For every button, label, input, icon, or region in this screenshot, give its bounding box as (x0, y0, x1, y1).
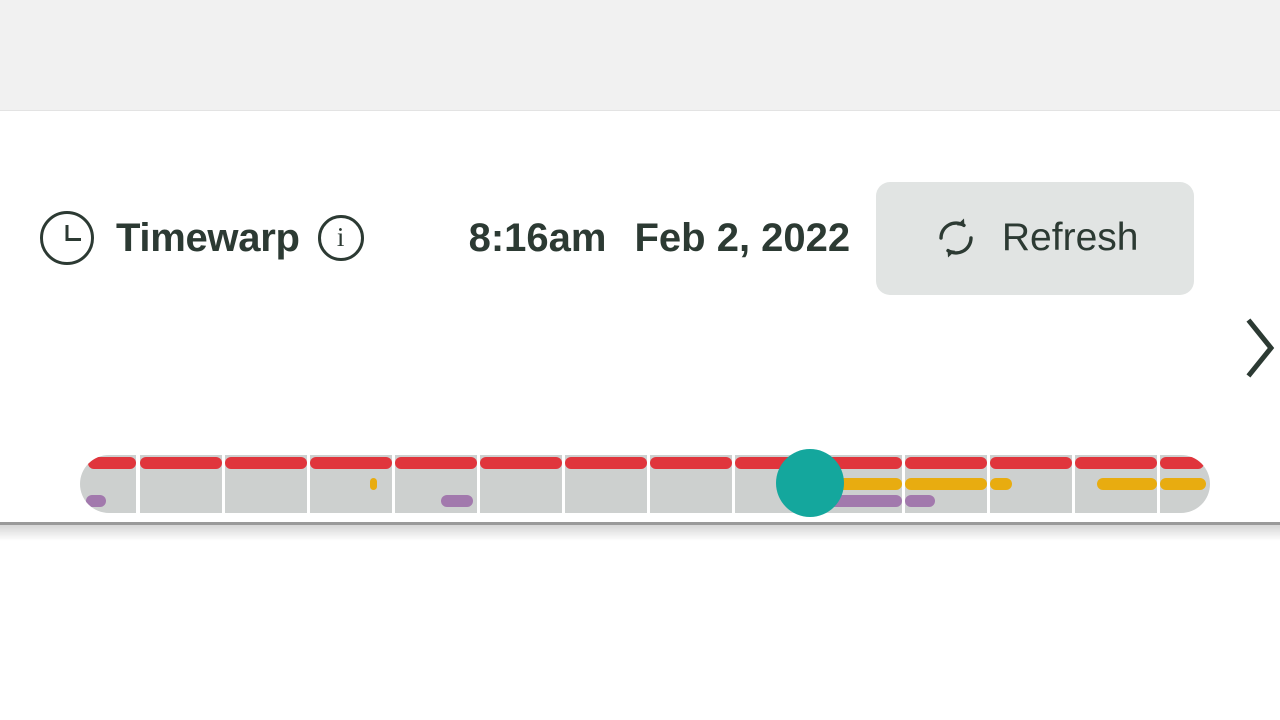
timeline-lane-orange (1097, 478, 1157, 490)
timeline-lane-red (1160, 457, 1204, 469)
timeline-lane-red (310, 457, 392, 469)
timeline-lane-purple (86, 495, 106, 507)
chevron-right-icon[interactable] (1244, 316, 1278, 380)
current-time-value: 8:16am (469, 216, 607, 261)
timeline-lane-purple (441, 495, 473, 507)
timeline-lane-red (990, 457, 1072, 469)
page-background (0, 541, 1280, 720)
refresh-icon (932, 214, 980, 262)
timewarp-panel: Timewarp i 8:16am Feb 2, 2022 Refresh (0, 111, 1280, 525)
timeline-position-marker[interactable] (776, 449, 844, 517)
timeline-segment[interactable] (650, 455, 732, 513)
timeline-segment[interactable] (395, 455, 477, 513)
timeline-segment[interactable] (225, 455, 307, 513)
timeline-segment[interactable] (1160, 455, 1210, 513)
clock-icon (40, 211, 94, 265)
timewarp-header: Timewarp i 8:16am Feb 2, 2022 Refresh (0, 180, 1280, 296)
timeline-lane-red (565, 457, 647, 469)
refresh-button[interactable]: Refresh (876, 182, 1194, 295)
timeline-lane-red (140, 457, 222, 469)
timeline-lane-orange (1160, 478, 1206, 490)
timeline-segment[interactable] (310, 455, 392, 513)
page-title: Timewarp (116, 216, 300, 261)
timeline-track[interactable] (80, 455, 1210, 513)
info-icon[interactable]: i (318, 215, 364, 261)
timeline-lane-red (650, 457, 732, 469)
timeline-lane-orange (370, 478, 377, 490)
info-icon-glyph: i (337, 224, 345, 251)
timeline-lane-red (88, 457, 136, 469)
timeline-segment[interactable] (480, 455, 562, 513)
current-date-value: Feb 2, 2022 (634, 216, 850, 261)
current-timestamp: 8:16am Feb 2, 2022 (469, 216, 851, 261)
timeline-segment[interactable] (80, 455, 136, 513)
top-chrome-strip (0, 0, 1280, 110)
refresh-button-label: Refresh (1002, 216, 1139, 260)
timeline-lane-red (395, 457, 477, 469)
timeline-lane-red (1075, 457, 1157, 469)
timeline-segment[interactable] (565, 455, 647, 513)
timeline-lane-purple (905, 495, 935, 507)
timeline-lane-red (480, 457, 562, 469)
timeline-lane-orange (990, 478, 1012, 490)
timeline-segment[interactable] (990, 455, 1072, 513)
timewarp-screen: Timewarp i 8:16am Feb 2, 2022 Refresh (0, 0, 1280, 720)
timeline-segment[interactable] (905, 455, 987, 513)
timeline-lane-red (905, 457, 987, 469)
timeline-segment[interactable] (140, 455, 222, 513)
panel-shadow (0, 525, 1280, 541)
timeline-segment[interactable] (1075, 455, 1157, 513)
timeline-lane-orange (905, 478, 987, 490)
timeline-lane-red (225, 457, 307, 469)
